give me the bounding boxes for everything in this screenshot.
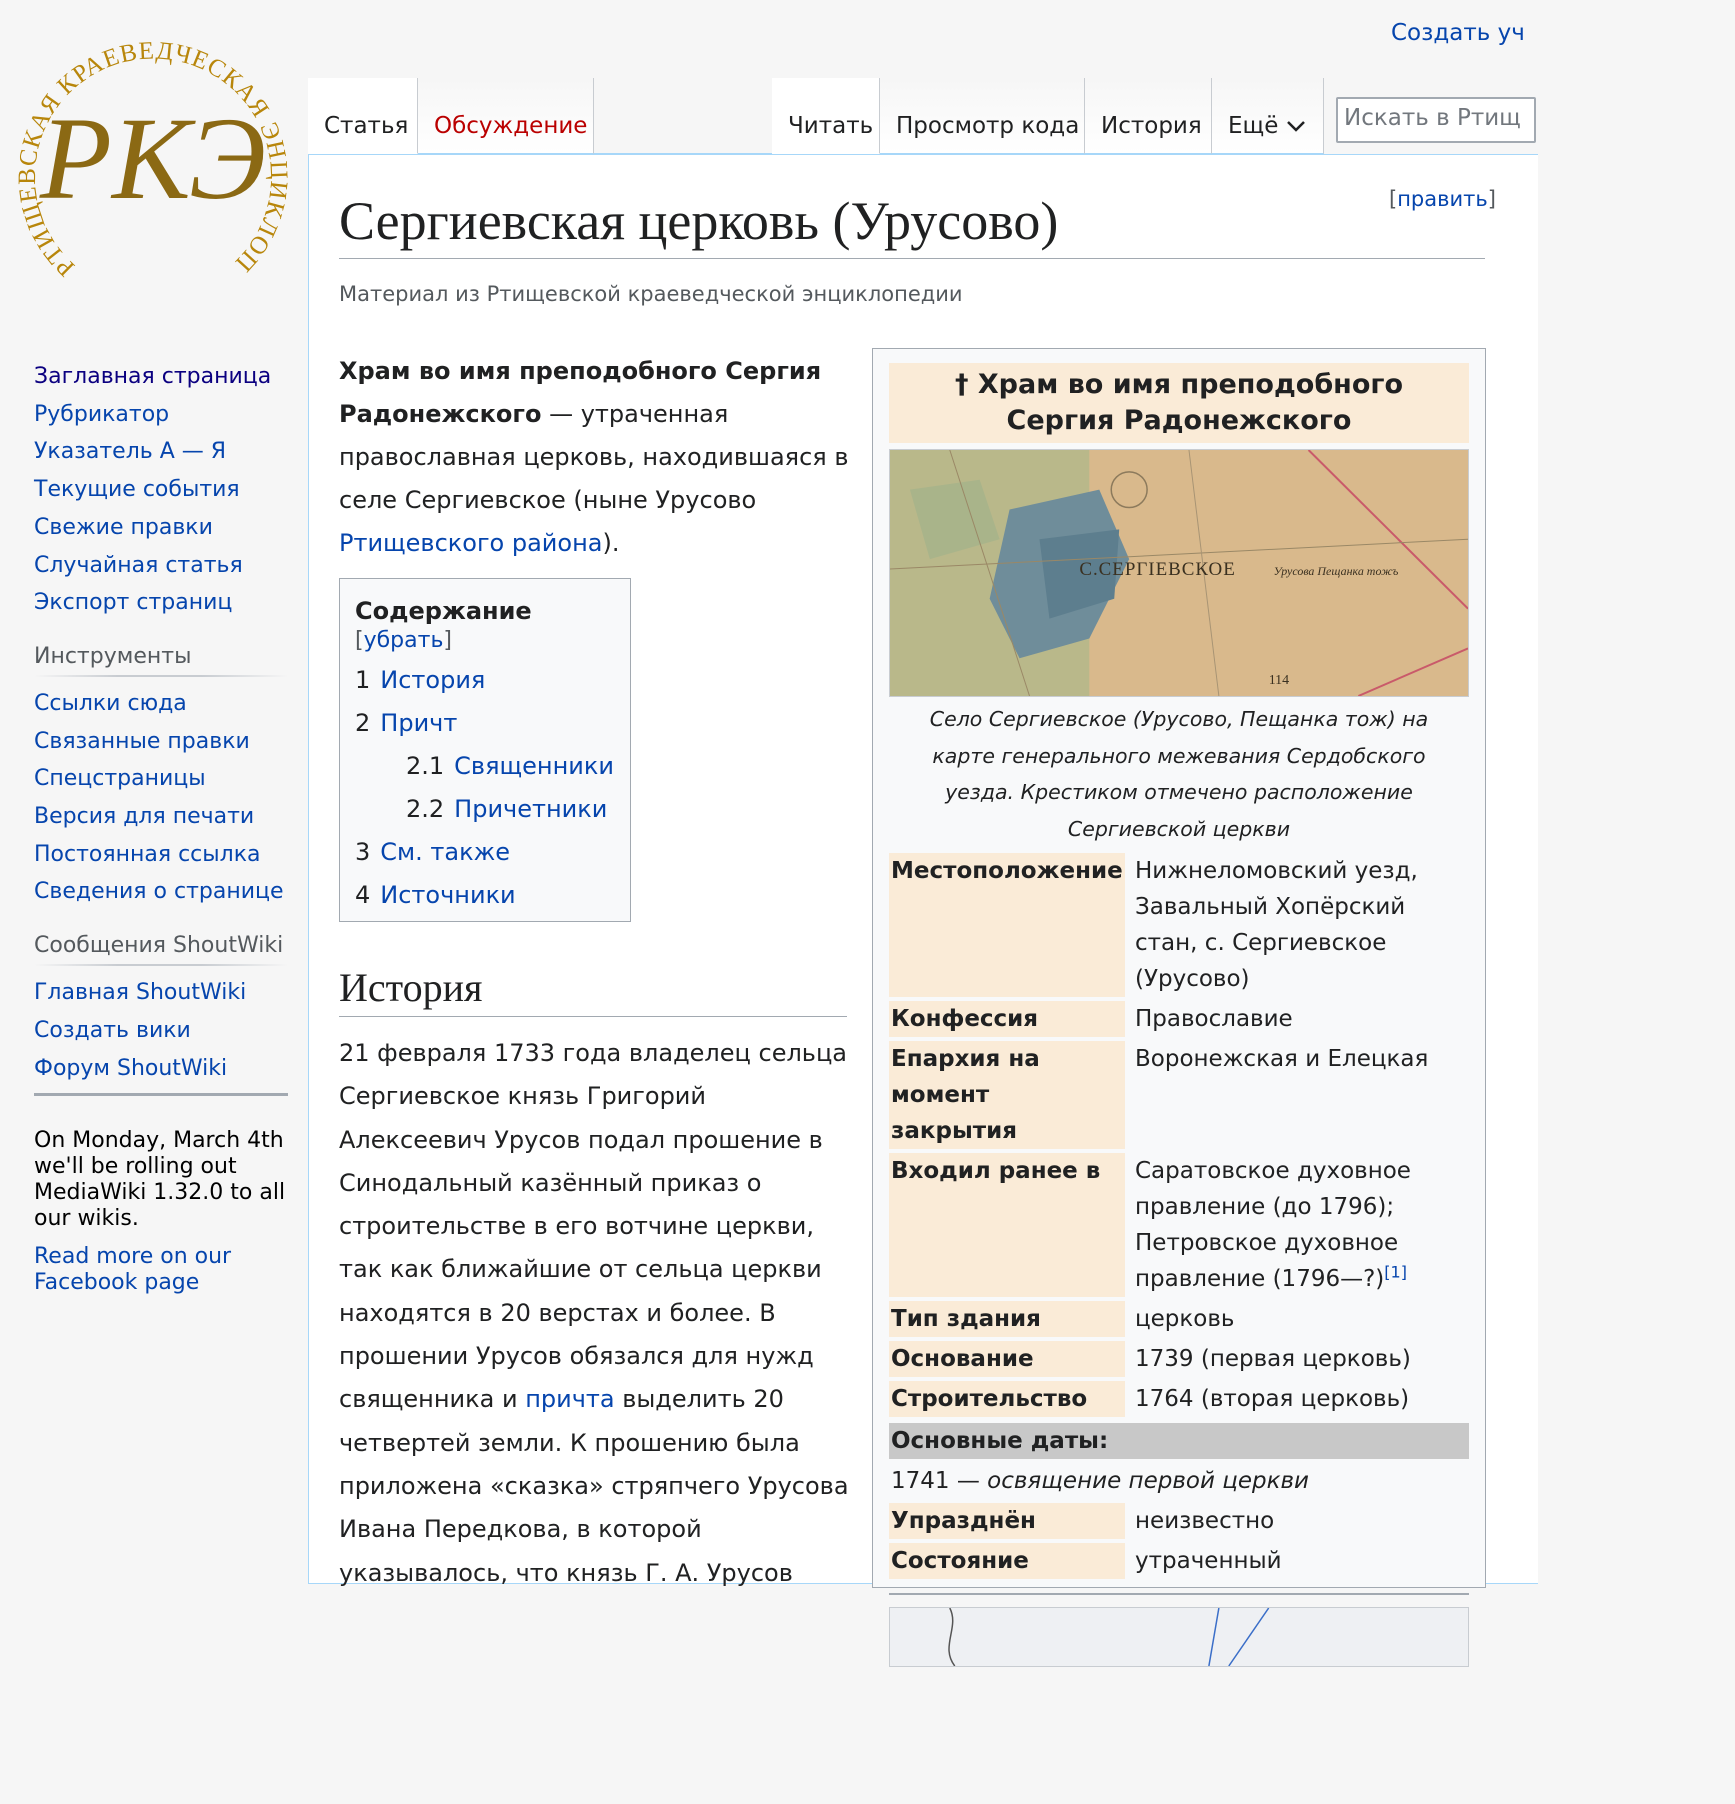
infobox-dates-heading: Основные даты:	[889, 1423, 1469, 1459]
toc-item-see-also[interactable]: 3 См. также	[355, 831, 615, 874]
infobox-row-confession: Конфессия Православие	[889, 1001, 1469, 1037]
sidebar-item-current-events[interactable]: Текущие события	[34, 471, 288, 509]
sidebar-item-shoutwiki-home[interactable]: Главная ShoutWiki	[34, 974, 288, 1012]
toc-item-priests[interactable]: 2.1 Священники	[355, 745, 615, 788]
sidebar-item-related-changes[interactable]: Связанные правки	[34, 723, 288, 761]
sidebar-divider	[34, 1093, 288, 1097]
sidebar-item-categories[interactable]: Рубрикатор	[34, 396, 288, 434]
sidebar-item-shoutwiki-forum[interactable]: Форум ShoutWiki	[34, 1050, 288, 1088]
sidebar-item-page-info[interactable]: Сведения о странице	[34, 873, 288, 911]
history-paragraph: 21 февраля 1733 года владелец сельца Сер…	[339, 1039, 849, 1587]
sidebar-item-special-pages[interactable]: Спецстраницы	[34, 760, 288, 798]
logo-monogram: РКЭ	[39, 93, 266, 224]
infobox: † Храм во имя преподобного Сергия Радоне…	[872, 348, 1486, 1667]
infobox-row-construction: Строительство 1764 (вторая церковь)	[889, 1381, 1469, 1417]
sidebar-shoutwiki: Главная ShoutWiki Создать вики Форум Sho…	[34, 974, 288, 1087]
map-number: 114	[1269, 673, 1289, 688]
map-label: С.СЕРГІЕВСКОЕ	[1079, 559, 1235, 580]
infobox-divider	[889, 1593, 1469, 1595]
page-title: Сергиевская церковь (Урусово)	[339, 188, 1485, 259]
infobox-title: † Храм во имя преподобного Сергия Радоне…	[889, 363, 1469, 443]
reference-1[interactable]: [1]	[1384, 1262, 1407, 1281]
sidebar-notice: On Monday, March 4th we'll be rolling ou…	[34, 1128, 288, 1296]
tab-read[interactable]: Читать	[772, 78, 880, 154]
infobox-row-diocese: Епархия на момент закрытия Воронежская и…	[889, 1041, 1469, 1149]
infobox-row-abolished: Упразднён неизвестно	[889, 1503, 1469, 1539]
sidebar-navigation: Заглавная страница Рубрикатор Указатель …	[34, 358, 288, 622]
sidebar-item-create-wiki[interactable]: Создать вики	[34, 1012, 288, 1050]
tab-discussion[interactable]: Обсуждение	[418, 78, 594, 154]
sidebar-item-printable[interactable]: Версия для печати	[34, 798, 288, 836]
table-of-contents: Содержание [убрать] 1 История 2 Причт 2.1 С…	[339, 578, 631, 922]
search-input[interactable]: Искать в Ртищ	[1336, 97, 1536, 143]
sidebar-heading-tools: Инструменты	[34, 643, 288, 677]
tab-history[interactable]: История	[1085, 78, 1212, 154]
link-rtishchevo-district[interactable]: Ртищевского района	[339, 529, 602, 557]
sidebar-item-main-page[interactable]: Заглавная страница	[34, 358, 288, 396]
infobox-row-building-type: Тип здания церковь	[889, 1301, 1469, 1337]
sidebar-item-index[interactable]: Указатель А — Я	[34, 433, 288, 471]
link-clergy[interactable]: причта	[525, 1385, 614, 1413]
create-account-link[interactable]: Создать уч	[1391, 20, 1525, 46]
tab-more[interactable]: Ещё	[1212, 78, 1324, 154]
sidebar-tools: Ссылки сюда Связанные правки Спецстраниц…	[34, 685, 288, 911]
toc-item-history[interactable]: 1 История	[355, 659, 615, 702]
toc-toggle[interactable]: [убрать]	[355, 628, 452, 653]
tab-spacer	[594, 78, 772, 154]
toc-title: Содержание	[355, 597, 532, 625]
tab-view-source[interactable]: Просмотр кода	[880, 78, 1085, 154]
infobox-row-formerly: Входил ранее в Саратовское духовное прав…	[889, 1153, 1469, 1297]
section-heading-history: История	[339, 960, 847, 1017]
map-caption: Село Сергиевское (Урусово, Пещанка тож) …	[929, 707, 1429, 841]
toc-item-clergy[interactable]: 2 Причт	[355, 702, 615, 745]
notice-text: On Monday, March 4th we'll be rolling ou…	[34, 1128, 286, 1232]
notice-facebook-link[interactable]: Read more on our Facebook page	[34, 1244, 288, 1296]
lead-paragraph: Храм во имя преподобного Сергия Радонежс…	[339, 357, 849, 557]
chevron-down-icon	[1287, 121, 1306, 132]
site-tagline: Материал из Ртищевской краеведческой энц…	[339, 282, 963, 306]
map-label-small: Урусова Пещанка тожъ	[1274, 564, 1399, 578]
sidebar-item-random-article[interactable]: Случайная статья	[34, 547, 288, 585]
location-map-image[interactable]	[889, 1607, 1469, 1667]
infobox-row-founded: Основание 1739 (первая церковь)	[889, 1341, 1469, 1377]
map-image[interactable]: С.СЕРГІЕВСКОЕ Урусова Пещанка тожъ 114	[889, 449, 1469, 697]
infobox-date-entry: 1741 — освящение первой церкви	[891, 1468, 1309, 1494]
sidebar-heading-shoutwiki: Сообщения ShoutWiki	[34, 933, 288, 967]
infobox-row-location: Местоположение Нижнеломовский уезд, Зава…	[889, 853, 1469, 997]
sidebar-item-recent-changes[interactable]: Свежие правки	[34, 509, 288, 547]
toc-item-clerks[interactable]: 2.2 Причетники	[355, 788, 615, 831]
site-logo[interactable]: РТИЩЕВСКАЯ КРАЕВЕДЧЕСКАЯ ЭНЦИКЛОПЕДИЯ РК…	[18, 18, 288, 288]
infobox-row-state: Состояние утраченный	[889, 1543, 1469, 1579]
sidebar: Заглавная страница Рубрикатор Указатель …	[34, 358, 288, 1296]
sidebar-item-export-pages[interactable]: Экспорт страниц	[34, 584, 288, 622]
sidebar-item-permanent-link[interactable]: Постоянная ссылка	[34, 836, 288, 874]
toc-item-sources[interactable]: 4 Источники	[355, 874, 615, 917]
tab-article[interactable]: Статья	[308, 78, 418, 154]
sidebar-item-what-links-here[interactable]: Ссылки сюда	[34, 685, 288, 723]
